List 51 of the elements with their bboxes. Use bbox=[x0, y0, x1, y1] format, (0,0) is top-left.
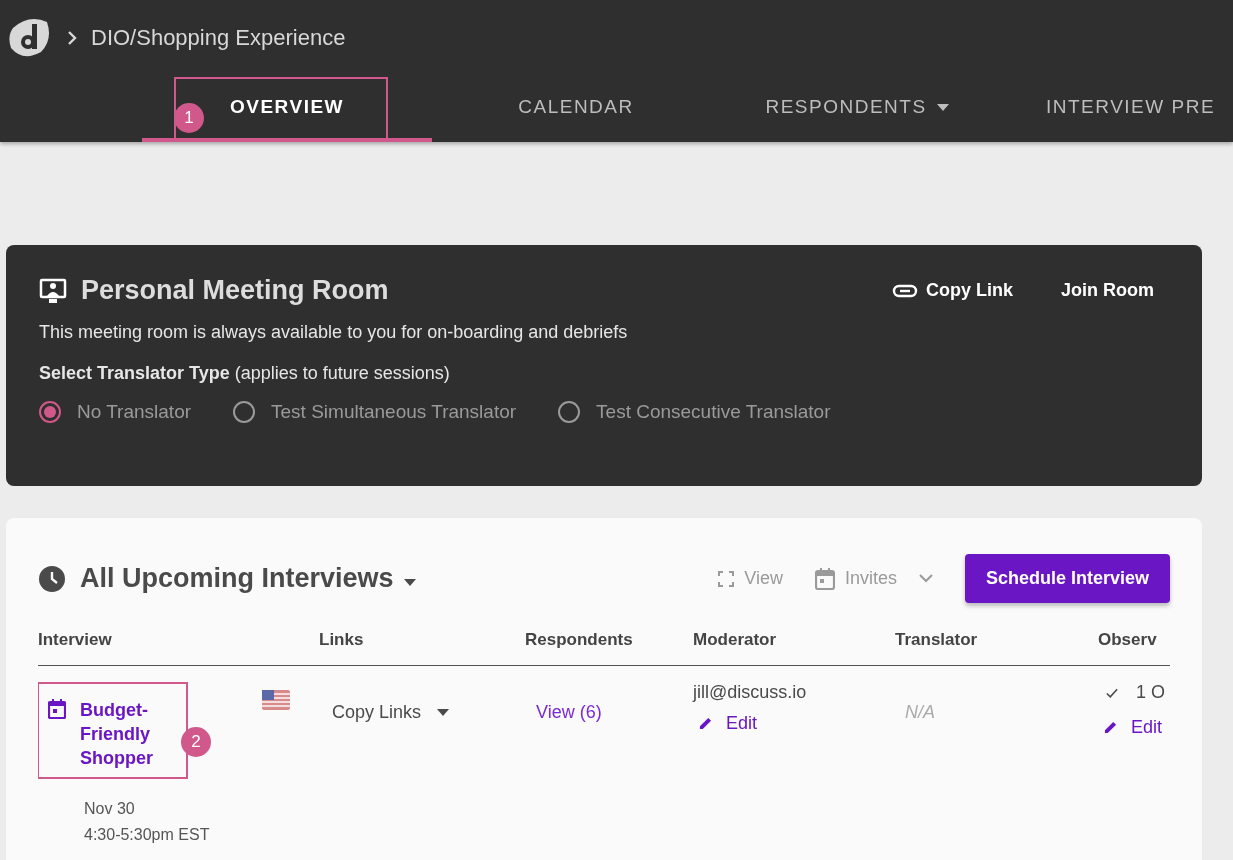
view-respondents-link[interactable]: View (6) bbox=[536, 702, 602, 723]
callout-badge: 2 bbox=[181, 727, 211, 757]
caret-down-icon bbox=[936, 103, 949, 111]
calendar-icon bbox=[48, 699, 66, 719]
breadcrumb[interactable]: DIO/Shopping Experience bbox=[91, 25, 346, 51]
column-header: Moderator bbox=[693, 630, 778, 650]
chevron-right-icon bbox=[67, 30, 77, 46]
logo-icon[interactable] bbox=[7, 18, 51, 58]
translator-label: Select Translator Type (applies to future sessions) bbox=[39, 363, 451, 384]
caret-down-icon[interactable] bbox=[403, 579, 416, 586]
section-title[interactable]: All Upcoming Interviews bbox=[80, 563, 394, 594]
moderator-email: jill@discuss.io bbox=[693, 682, 808, 703]
option-label: No Translator bbox=[77, 401, 192, 423]
radio-icon[interactable] bbox=[233, 401, 256, 423]
clock-icon bbox=[38, 564, 66, 593]
room-action-link[interactable]: Copy Link bbox=[892, 280, 1013, 301]
chevron-down-icon bbox=[918, 574, 933, 583]
column-header: Observ bbox=[1098, 630, 1158, 650]
interview-time: 4:30-5:30pm EST bbox=[83, 825, 211, 845]
radio-icon[interactable] bbox=[558, 401, 581, 423]
card-description: This meeting room is always available to you for on-boarding and debriefs bbox=[39, 322, 629, 343]
copy-links-dropdown[interactable]: Copy Links bbox=[332, 702, 450, 723]
nav-tab[interactable]: INTERVIEW PRE bbox=[994, 76, 1216, 142]
column-header: Respondents bbox=[525, 630, 634, 650]
monitor-person-icon bbox=[39, 276, 67, 305]
nav-tab[interactable]: OVERVIEW 1 bbox=[142, 76, 432, 142]
edit-link[interactable]: Edit bbox=[1104, 717, 1170, 738]
check-icon bbox=[1106, 687, 1118, 698]
nav-tab[interactable]: RESPONDENTS bbox=[720, 76, 994, 142]
room-action-link[interactable]: Join Room bbox=[1061, 280, 1154, 301]
nav-tab[interactable]: CALENDAR bbox=[432, 76, 720, 142]
flag-icon bbox=[262, 690, 290, 710]
column-header: Interview bbox=[38, 630, 113, 650]
translator-value: N/A bbox=[905, 702, 935, 723]
column-header: Translator bbox=[895, 630, 979, 650]
calendar-icon bbox=[814, 567, 835, 590]
observers-count: 1 O bbox=[1136, 682, 1165, 703]
translator-radio-option[interactable]: No Translator bbox=[39, 401, 192, 423]
expand-icon bbox=[718, 570, 735, 587]
interview-title-link[interactable]: Budget-Friendly Shopper bbox=[80, 698, 170, 780]
link-icon bbox=[892, 283, 918, 298]
pencil-icon bbox=[699, 717, 712, 730]
radio-icon[interactable] bbox=[39, 401, 61, 423]
interview-date: Nov 30 bbox=[83, 799, 136, 819]
caret-down-icon bbox=[437, 709, 450, 716]
card-title: Personal Meeting Room bbox=[81, 275, 389, 306]
callout-badge: 1 bbox=[174, 103, 204, 133]
column-header: Links bbox=[319, 630, 365, 650]
schedule-interview-button[interactable]: Schedule Interview bbox=[964, 554, 1170, 603]
edit-link[interactable]: Edit bbox=[699, 713, 895, 734]
pencil-icon bbox=[1104, 721, 1117, 734]
